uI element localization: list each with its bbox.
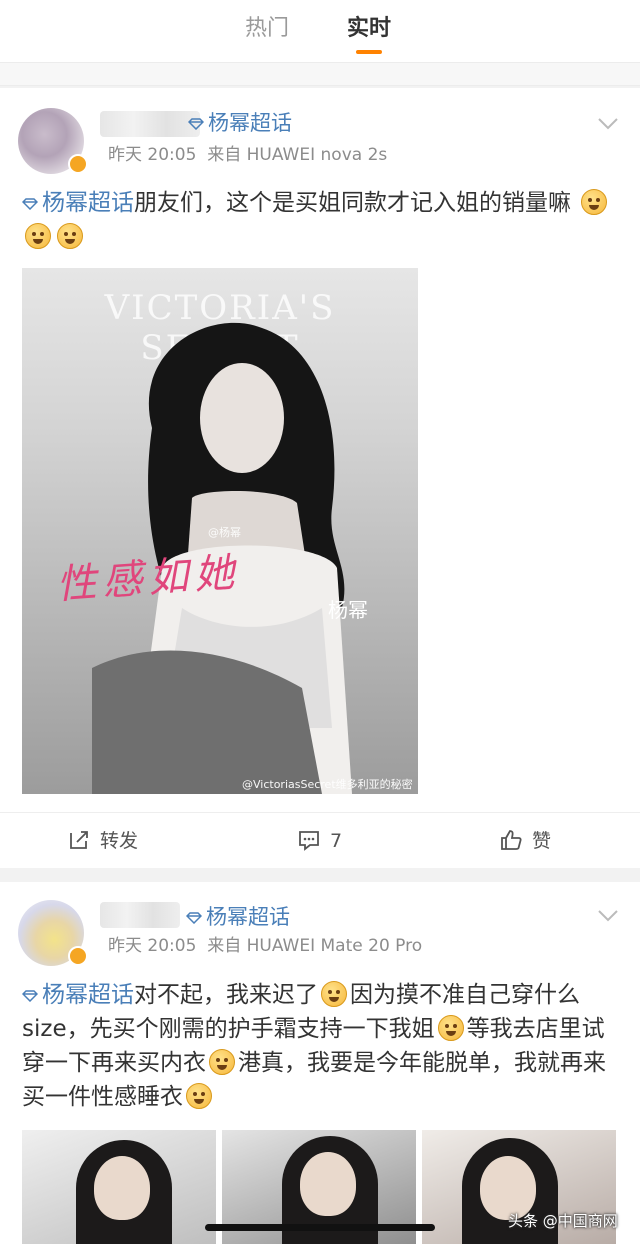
image-name-text: 杨幂: [328, 598, 368, 622]
dizzy-face-emoji-icon: [57, 223, 83, 249]
comment-icon: [299, 831, 319, 851]
verified-badge-icon: [68, 946, 88, 966]
post-actions: 转发 7 赞: [0, 812, 640, 872]
post-time: 昨天 20:05: [108, 145, 197, 165]
diamond-icon: [22, 197, 38, 210]
tab-hot[interactable]: 热门: [245, 14, 289, 44]
username-blurred[interactable]: [100, 111, 200, 137]
image-watermark-bottom: @VictoriasSecret维多利亚的秘密: [242, 778, 413, 791]
forward-button[interactable]: 转发: [68, 827, 138, 855]
chevron-down-icon[interactable]: [598, 118, 618, 130]
forward-icon: [70, 831, 88, 849]
grin-emoji-icon: [209, 1049, 235, 1075]
inline-topic-label: 杨幂超话: [42, 190, 134, 216]
post-image[interactable]: VICTORIA'S SECRET 性感如她 杨幂 @杨幂 @Victorias…: [22, 268, 418, 794]
post-segment: 对不起，我来迟了: [134, 982, 318, 1008]
super-topic-label: 杨幂超话: [206, 905, 290, 929]
image-thumbnail[interactable]: [22, 1130, 216, 1244]
post-meta: 昨天 20:05 来自 HUAWEI nova 2s: [108, 143, 387, 167]
dizzy-face-emoji-icon: [581, 189, 608, 215]
diamond-icon: [186, 912, 202, 924]
diamond-icon: [188, 118, 204, 130]
grin-emoji-icon: [437, 1015, 464, 1041]
post-card[interactable]: 杨幂超话 昨天 20:05 来自 HUAWEI Mate 20 Pro 杨幂超话…: [0, 882, 640, 1244]
thumbs-up-icon: [501, 830, 522, 850]
super-topic-link[interactable]: 杨幂超话: [188, 108, 292, 138]
chevron-down-icon[interactable]: [598, 910, 618, 922]
post-time: 昨天 20:05: [108, 936, 197, 956]
like-label: 赞: [532, 830, 552, 852]
feed-divider: [0, 62, 640, 86]
home-indicator[interactable]: [205, 1224, 435, 1231]
laugh-cry-emoji-icon: [321, 981, 347, 1007]
diamond-icon: [22, 989, 38, 1002]
top-tab-bar: 热门 实时: [0, 0, 640, 62]
super-topic-label: 杨幂超话: [208, 111, 292, 135]
post-meta: 昨天 20:05 来自 HUAWEI Mate 20 Pro: [108, 934, 422, 958]
verified-badge-icon: [68, 154, 88, 174]
post-text: 杨幂超话对不起，我来迟了 因为摸不准自己穿什么size，先买个刚需的护手霜支持一下…: [22, 978, 622, 1114]
like-button[interactable]: 赞: [500, 827, 551, 855]
forward-label: 转发: [100, 830, 139, 852]
grin-emoji-icon: [186, 1083, 212, 1109]
inline-topic-link[interactable]: 杨幂超话: [22, 982, 134, 1008]
post-body: 朋友们，这个是买姐同款才记入姐的销量嘛: [134, 190, 571, 216]
comment-count: 7: [330, 830, 343, 852]
image-watermark-top: @杨幂: [208, 526, 241, 539]
inline-topic-label: 杨幂超话: [42, 982, 134, 1008]
super-topic-link[interactable]: 杨幂超话: [186, 902, 290, 932]
post-card[interactable]: 杨幂超话 昨天 20:05 来自 HUAWEI nova 2s 杨幂超话朋友们，…: [0, 88, 640, 868]
source-watermark: 头条 @中国商网: [508, 1212, 618, 1230]
post-text: 杨幂超话朋友们，这个是买姐同款才记入姐的销量嘛: [22, 186, 622, 254]
dizzy-face-emoji-icon: [25, 223, 51, 249]
tab-live[interactable]: 实时: [347, 14, 391, 44]
comment-button[interactable]: 7: [298, 827, 342, 855]
post-source: 来自 HUAWEI Mate 20 Pro: [207, 936, 423, 956]
post-source: 来自 HUAWEI nova 2s: [207, 145, 388, 165]
inline-topic-link[interactable]: 杨幂超话: [22, 190, 134, 216]
active-tab-indicator: [356, 50, 382, 54]
username-blurred[interactable]: [100, 902, 180, 928]
